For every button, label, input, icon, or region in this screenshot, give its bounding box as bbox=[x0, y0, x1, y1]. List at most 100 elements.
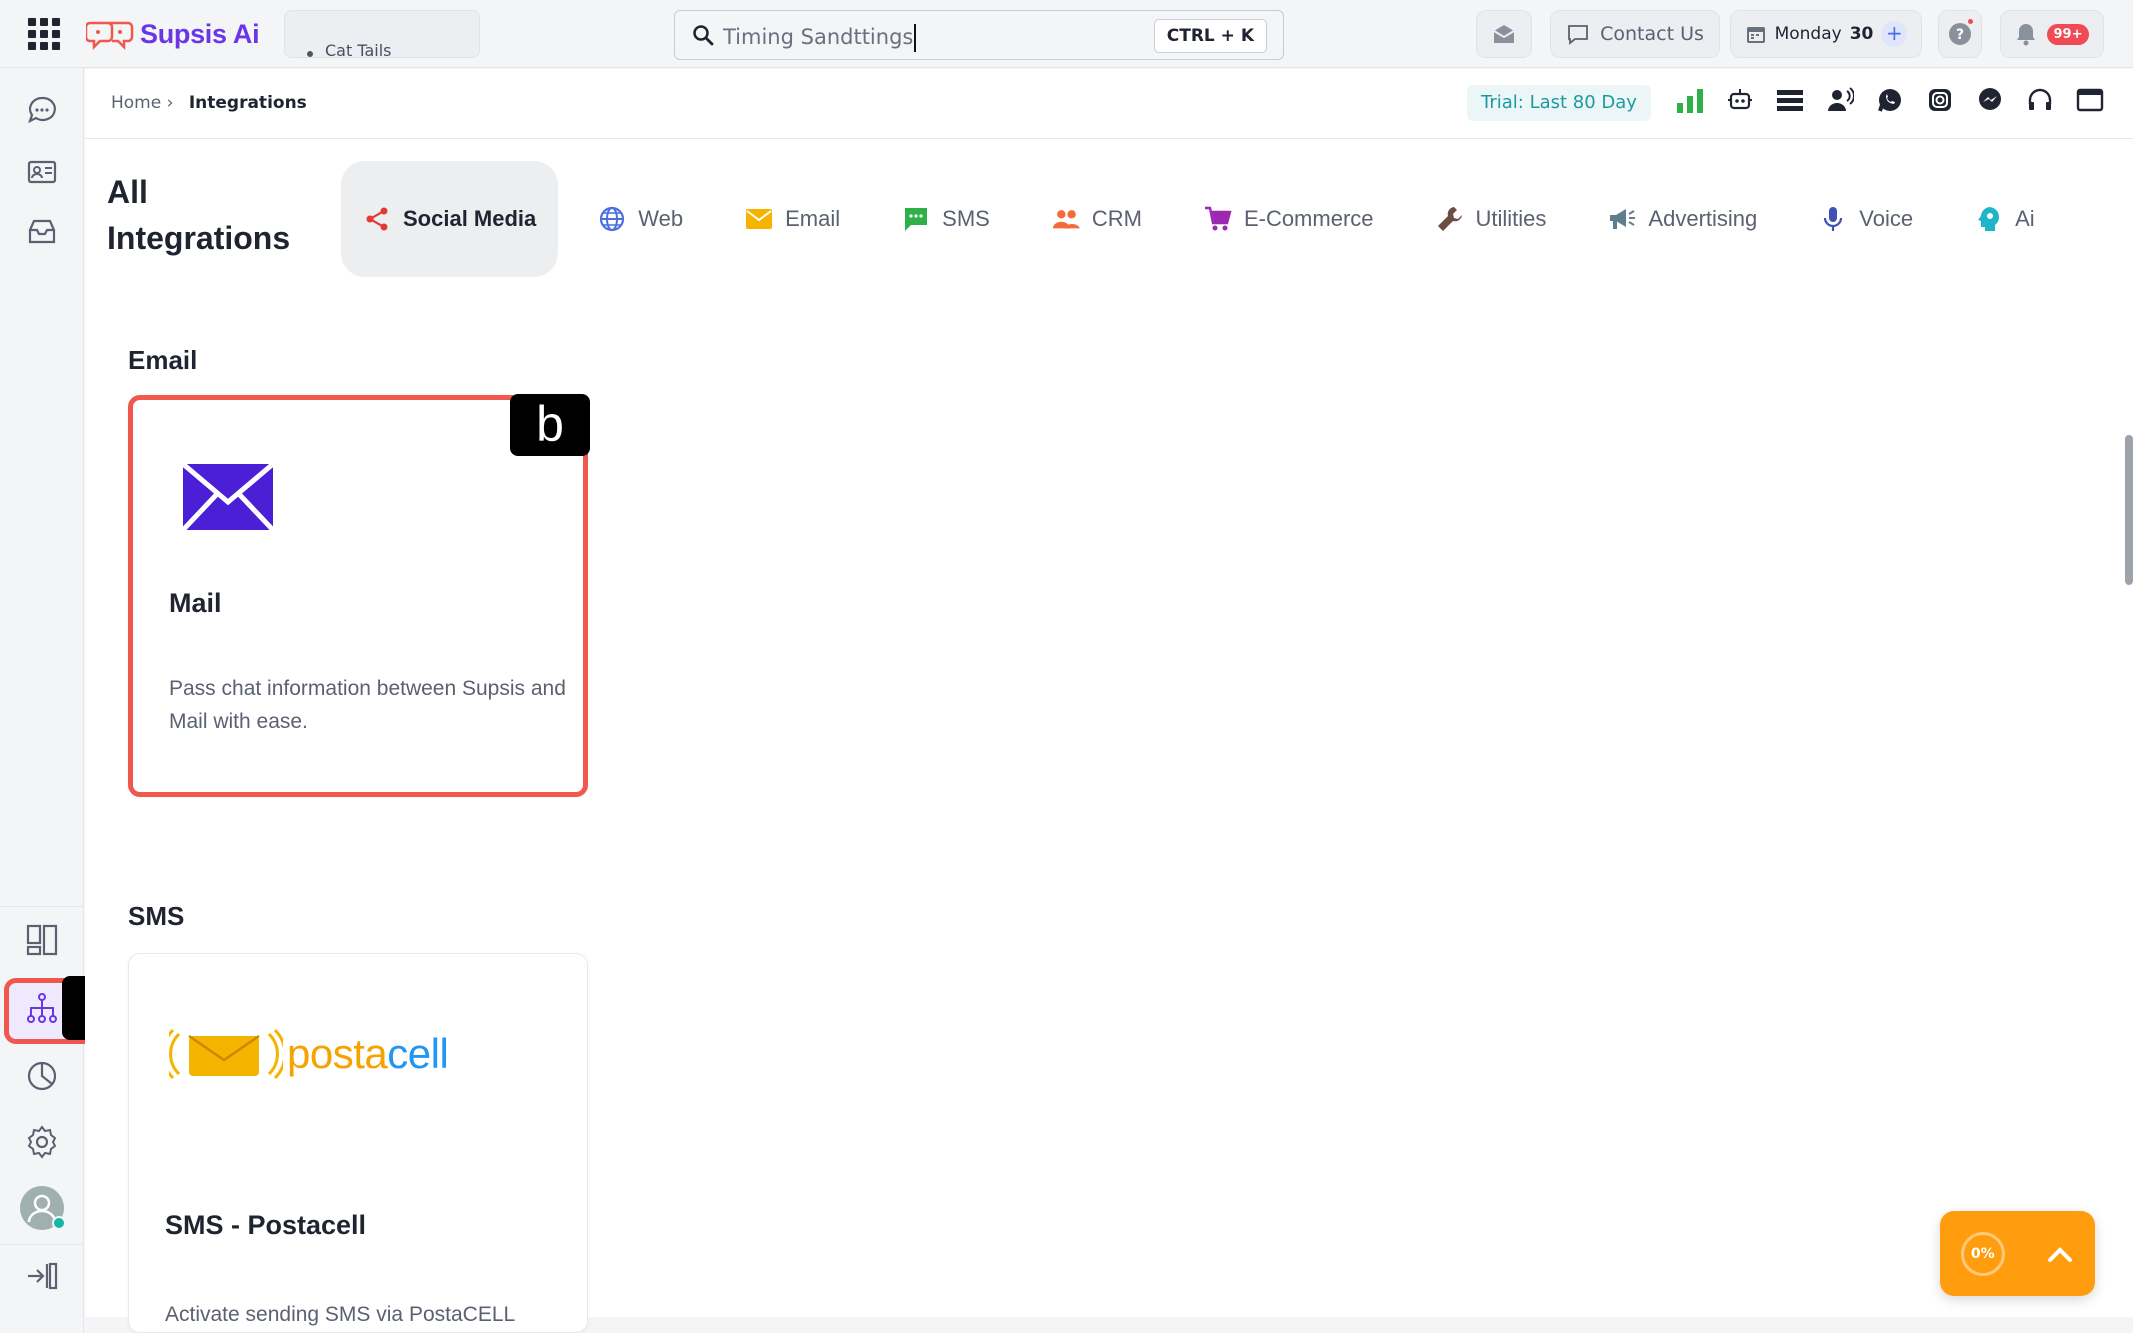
card-description: Pass chat information between Supsis and… bbox=[169, 677, 566, 733]
window-icon[interactable] bbox=[2075, 85, 2105, 115]
global-search[interactable]: Timing Sandttings CTRL + K bbox=[674, 10, 1284, 60]
chat-bubble-icon bbox=[1568, 25, 1589, 45]
search-icon bbox=[693, 25, 714, 46]
whatsapp-icon[interactable] bbox=[1875, 85, 1905, 115]
bell-icon bbox=[2016, 24, 2035, 46]
sidebar-item-chats[interactable] bbox=[22, 90, 62, 130]
ai-icon bbox=[1975, 205, 2003, 233]
tab-label: Email bbox=[785, 206, 841, 231]
tab-crm[interactable]: CRM bbox=[1030, 161, 1164, 277]
tab-web[interactable]: Web bbox=[576, 161, 705, 277]
avatar bbox=[20, 1186, 66, 1230]
hierarchy-icon bbox=[27, 993, 57, 1023]
search-shortcut: CTRL + K bbox=[1153, 19, 1267, 53]
calendar-icon bbox=[1746, 27, 1765, 43]
share-icon bbox=[363, 205, 391, 233]
instagram-icon[interactable] bbox=[1925, 85, 1955, 115]
tab-label: SMS bbox=[942, 206, 990, 231]
pie-chart-icon bbox=[27, 1061, 57, 1091]
sidebar-divider-bottom bbox=[0, 1244, 84, 1245]
category-tabs: Social Media Web Email SMS CRM E-Commerc… bbox=[341, 161, 2075, 277]
tab-utilities[interactable]: Utilities bbox=[1414, 161, 1569, 277]
sidebar-item-archive[interactable] bbox=[22, 212, 62, 252]
bot-icon[interactable] bbox=[1725, 85, 1755, 115]
breadcrumb-home[interactable]: Home bbox=[111, 93, 161, 113]
scrollbar-thumb[interactable] bbox=[2125, 435, 2133, 585]
inbox-tray-icon bbox=[28, 219, 56, 244]
sidebar-divider bbox=[0, 906, 84, 907]
card-title: Mail bbox=[169, 588, 222, 618]
tab-label: Voice bbox=[1859, 206, 1914, 231]
agents-icon[interactable] bbox=[1825, 85, 1855, 115]
signal-bars-icon[interactable] bbox=[1675, 85, 1705, 115]
headset-icon[interactable] bbox=[2025, 85, 2055, 115]
tab-sms[interactable]: SMS bbox=[880, 161, 1012, 277]
progress-scroll-top-button[interactable]: 0% bbox=[1940, 1211, 2095, 1296]
top-bar: Supsis Ai Cat Tails Timing Sandttings CT… bbox=[0, 0, 2133, 68]
tab-label: Utilities bbox=[1475, 206, 1547, 231]
tab-ai[interactable]: Ai bbox=[1953, 161, 2057, 277]
breadcrumb-current: Integrations bbox=[188, 93, 307, 113]
tab-label: CRM bbox=[1091, 206, 1142, 231]
tab-voice[interactable]: Voice bbox=[1797, 161, 1935, 277]
help-button[interactable]: ? bbox=[1938, 10, 1982, 58]
card-description: Activate sending SMS via PostaCELL SMS P… bbox=[165, 1303, 515, 1326]
trial-badge[interactable]: Trial: Last 80 Day bbox=[1467, 85, 1651, 121]
chevron-up-icon bbox=[2048, 1246, 2073, 1262]
sidebar-item-contacts[interactable] bbox=[22, 152, 62, 192]
sidebar-item-settings[interactable] bbox=[22, 1122, 62, 1162]
date-button[interactable]: Monday 30 + bbox=[1730, 10, 1922, 58]
contact-us-button[interactable]: Contact Us bbox=[1550, 10, 1720, 58]
sidebar-item-dashboard[interactable] bbox=[22, 920, 62, 960]
postacell-logo-text-b: cell bbox=[387, 1030, 449, 1077]
add-icon[interactable]: + bbox=[1881, 21, 1908, 47]
contact-us-label: Contact Us bbox=[1600, 23, 1704, 45]
contact-card-icon bbox=[27, 160, 57, 184]
notifications-button[interactable]: 99+ bbox=[2000, 10, 2104, 58]
sms-icon bbox=[902, 205, 930, 233]
postacell-envelope-icon bbox=[169, 1028, 283, 1080]
page-header: Home › Integrations Trial: Last 80 Day bbox=[85, 69, 2133, 139]
online-status-dot bbox=[52, 1216, 66, 1230]
apps-grid-icon[interactable] bbox=[28, 18, 60, 50]
sidebar-item-logout[interactable] bbox=[22, 1256, 62, 1296]
tab-label: Social Media bbox=[403, 206, 537, 231]
left-sidebar: a bbox=[0, 68, 140, 1333]
sidebar-item-profile[interactable] bbox=[20, 1186, 66, 1230]
megaphone-icon bbox=[1608, 205, 1636, 233]
messenger-icon[interactable] bbox=[1975, 85, 2005, 115]
microphone-icon bbox=[1819, 205, 1847, 233]
date-day: Monday bbox=[1774, 24, 1842, 44]
postacell-logo: postacell bbox=[169, 1026, 449, 1082]
logo-mark-icon bbox=[86, 21, 134, 51]
tab-label: Advertising bbox=[1648, 206, 1758, 231]
mail-open-icon bbox=[1493, 25, 1515, 43]
tab-social-media[interactable]: Social Media bbox=[341, 161, 559, 277]
marker-b: b bbox=[510, 394, 590, 456]
tab-e-commerce[interactable]: E-Commerce bbox=[1182, 161, 1396, 277]
postacell-logo-text-a: posta bbox=[287, 1030, 388, 1077]
sidebar-item-reports[interactable] bbox=[22, 1056, 62, 1096]
gear-icon bbox=[27, 1125, 57, 1159]
app-logo[interactable]: Supsis Ai bbox=[86, 14, 260, 54]
section-title-sms: SMS bbox=[128, 901, 185, 931]
inbox-button[interactable] bbox=[1476, 10, 1532, 58]
workspace-selector[interactable]: Cat Tails bbox=[284, 10, 480, 58]
list-icon[interactable] bbox=[1775, 85, 1805, 115]
date-num: 30 bbox=[1849, 24, 1874, 44]
tab-label: Ai bbox=[2015, 206, 2035, 231]
breadcrumb: Home › Integrations bbox=[111, 93, 307, 113]
mail-envelope-icon bbox=[183, 464, 273, 530]
tab-label: E-Commerce bbox=[1243, 206, 1374, 231]
page-title-line1: All bbox=[107, 174, 148, 210]
integration-card-postacell[interactable]: postacell SMS - Postacell Activate sendi… bbox=[128, 953, 588, 1333]
main-panel: Home › Integrations Trial: Last 80 Day A… bbox=[85, 69, 2133, 1333]
tab-email[interactable]: Email bbox=[723, 161, 862, 277]
sidebar-integrations-icon-wrap[interactable] bbox=[22, 988, 62, 1028]
tab-advertising[interactable]: Advertising bbox=[1586, 161, 1779, 277]
channel-icons bbox=[1675, 85, 2105, 115]
logo-text: Supsis Ai bbox=[140, 18, 260, 49]
progress-indicator: 0% bbox=[1960, 1231, 2005, 1276]
search-input[interactable]: Timing Sandttings bbox=[723, 24, 917, 52]
notifications-badge: 99+ bbox=[2046, 23, 2090, 45]
